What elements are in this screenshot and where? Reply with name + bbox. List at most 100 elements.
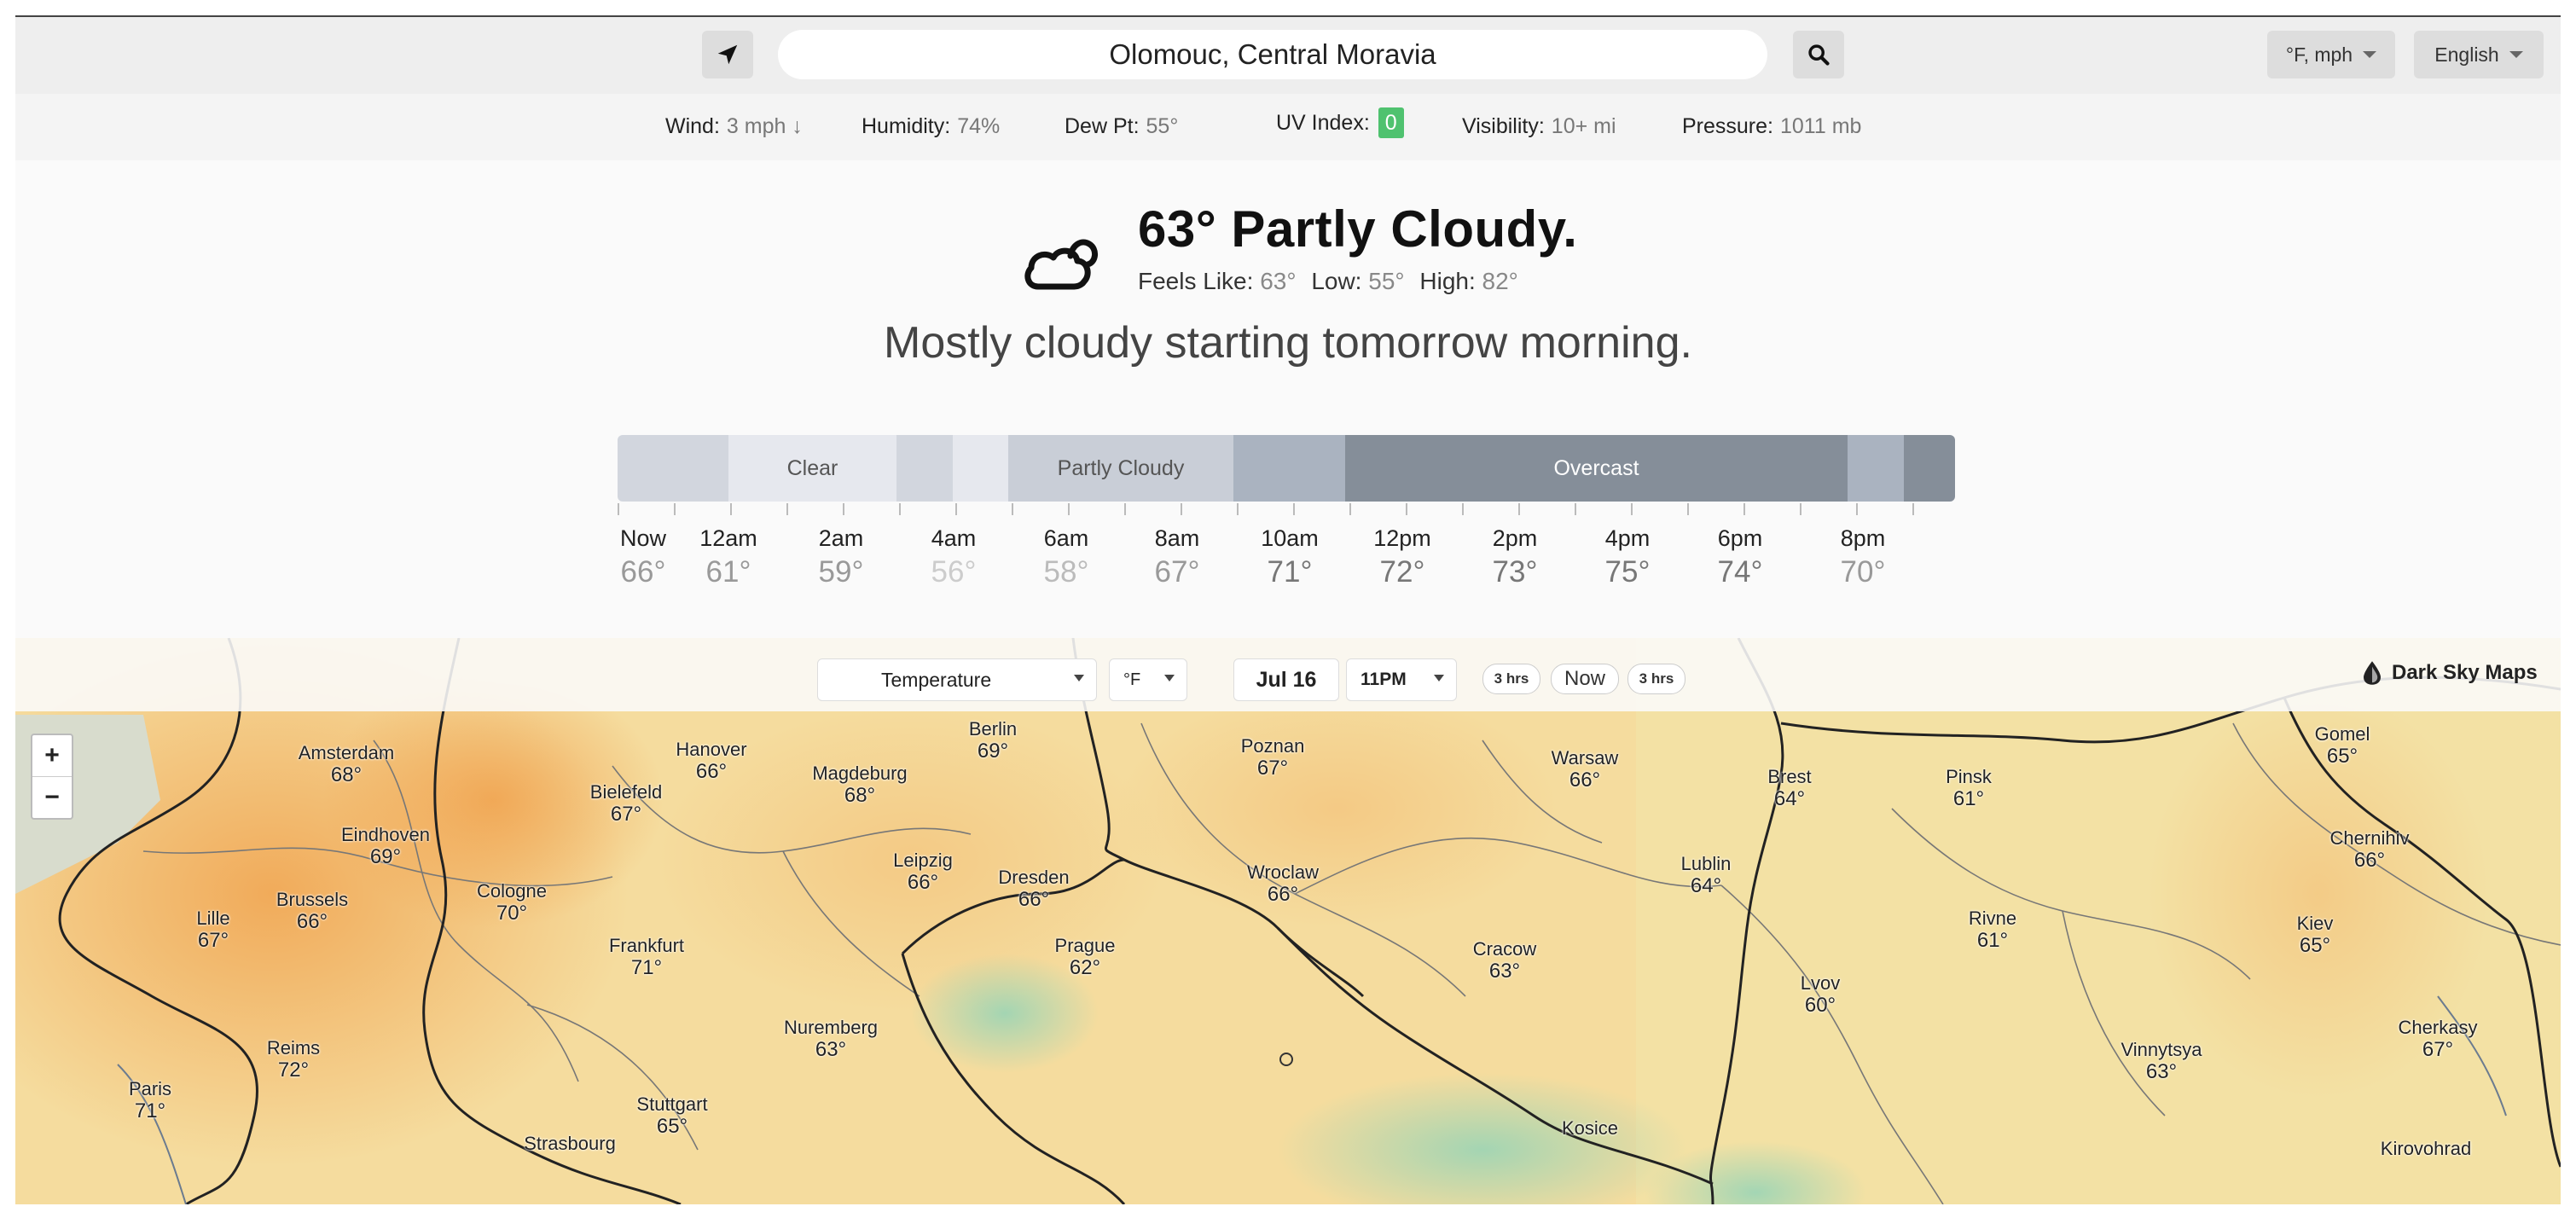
hour-temp: 56°: [931, 555, 977, 589]
caret-down-icon: [1434, 675, 1444, 682]
city-temp: 69°: [977, 740, 1009, 763]
language-dropdown[interactable]: English: [2414, 31, 2544, 78]
dewpoint-readout: Dew Pt: 55°: [1065, 114, 1178, 139]
map-city-label[interactable]: Bielefeld 67°: [590, 781, 662, 826]
visibility-value: 10+ mi: [1551, 114, 1616, 138]
hour-item[interactable]: 2am 59°: [798, 525, 884, 589]
map-city-label[interactable]: Cherkasy 67°: [2399, 1017, 2478, 1061]
hour-item[interactable]: 6pm 74°: [1697, 525, 1783, 589]
city-temp: 67°: [1256, 757, 1289, 780]
weather-app: Olomouc, Central Moravia °F, mph English…: [15, 15, 2561, 1204]
timeline-segment: [1848, 435, 1904, 502]
map-city-label[interactable]: Warsaw 66°: [1552, 747, 1619, 792]
hour-item[interactable]: 12pm 72°: [1360, 525, 1445, 589]
map-city-label[interactable]: Poznan 67°: [1241, 735, 1305, 780]
weather-map[interactable]: Temperature °F Jul 16 11PM 3 hrs Now 3 h…: [15, 638, 2561, 1204]
map-city-label[interactable]: Stuttgart 65°: [636, 1093, 707, 1138]
zoom-out-button[interactable]: −: [32, 777, 72, 818]
hour-item[interactable]: 4am 56°: [911, 525, 996, 589]
map-city-label[interactable]: Brussels 66°: [276, 889, 348, 933]
map-city-label[interactable]: Magdeburg 68°: [812, 763, 907, 807]
map-city-label[interactable]: Eindhoven 69°: [341, 824, 430, 868]
now-button[interactable]: Now: [1551, 664, 1619, 694]
map-city-label[interactable]: Rivne 61°: [1969, 908, 2016, 952]
map-city-label[interactable]: Prague 62°: [1055, 935, 1116, 979]
hour-time: 4pm: [1604, 525, 1651, 551]
city-temp: 64°: [1773, 787, 1806, 810]
step-forward-button[interactable]: 3 hrs: [1627, 664, 1685, 694]
hour-item[interactable]: 12am 61°: [686, 525, 771, 589]
city-temp: 70°: [496, 902, 528, 925]
caret-down-icon: [1074, 675, 1084, 682]
map-city-label[interactable]: Frankfurt 71°: [609, 935, 684, 979]
units-dropdown[interactable]: °F, mph: [2267, 31, 2395, 78]
wind-readout: Wind: 3 mph ↓: [665, 114, 803, 139]
map-city-label[interactable]: Lille 67°: [196, 908, 229, 952]
hour-item[interactable]: 4pm 75°: [1585, 525, 1670, 589]
map-city-label[interactable]: Berlin 69°: [969, 718, 1017, 763]
step-back-button[interactable]: 3 hrs: [1482, 664, 1540, 694]
map-time-select[interactable]: 11PM: [1346, 658, 1457, 701]
timeline-tick: [1349, 503, 1351, 515]
timeline-tick: [1856, 503, 1858, 515]
current-details: Feels Like: 63° Low: 55° High: 82°: [1138, 268, 1527, 295]
high-label: High:: [1419, 268, 1476, 294]
city-name: Dresden: [998, 867, 1070, 888]
map-city-label[interactable]: Pinsk 61°: [1946, 766, 1992, 810]
dark-sky-maps-link[interactable]: Dark Sky Maps: [2361, 660, 2538, 686]
map-city-label[interactable]: Cracow 63°: [1473, 938, 1537, 983]
map-city-label[interactable]: Lublin 64°: [1681, 853, 1732, 897]
hour-item[interactable]: 2pm 73°: [1472, 525, 1558, 589]
uv-badge: 0: [1378, 107, 1404, 138]
hour-temp: 72°: [1379, 555, 1425, 589]
map-city-label[interactable]: Nuremberg 63°: [784, 1017, 878, 1061]
map-city-label[interactable]: Amsterdam 68°: [299, 742, 394, 786]
map-city-label[interactable]: Reims 72°: [267, 1037, 320, 1082]
search-icon: [1808, 44, 1830, 66]
forecast-summary: Mostly cloudy starting tomorrow morning.: [884, 318, 1692, 368]
timeline-tick: [786, 503, 788, 515]
map-city-label[interactable]: Strasbourg: [524, 1133, 616, 1155]
hour-time: 12am: [699, 525, 757, 551]
locate-button[interactable]: [702, 31, 753, 78]
wind-value: 3 mph ↓: [726, 114, 803, 138]
map-city-label[interactable]: Dresden 66°: [998, 867, 1069, 911]
map-city-label[interactable]: Chernihiv 66°: [2330, 827, 2410, 872]
search-input[interactable]: Olomouc, Central Moravia: [778, 30, 1767, 79]
chevron-down-icon: [2363, 51, 2377, 58]
map-city-label[interactable]: Lvov 60°: [1801, 972, 1840, 1017]
map-city-label[interactable]: Cologne 70°: [477, 880, 547, 925]
map-city-label[interactable]: Wroclaw 66°: [1247, 861, 1319, 906]
map-date[interactable]: Jul 16: [1233, 658, 1339, 701]
map-layer-label: Temperature: [881, 668, 992, 691]
hour-item[interactable]: Now 66°: [600, 525, 686, 589]
map-city-label[interactable]: Kirovohrad: [2381, 1138, 2471, 1160]
zoom-in-button[interactable]: +: [32, 735, 72, 777]
map-city-label[interactable]: Kosice: [1562, 1117, 1618, 1140]
hour-item[interactable]: 8pm 70°: [1820, 525, 1906, 589]
map-city-label[interactable]: Paris 71°: [129, 1078, 171, 1122]
city-temp: 69°: [369, 845, 402, 868]
search-button[interactable]: [1793, 31, 1844, 78]
map-city-label[interactable]: Gomel 65°: [2315, 723, 2370, 768]
hour-item[interactable]: 10am 71°: [1247, 525, 1332, 589]
timeline-tick: [1687, 503, 1689, 515]
zoom-control: + −: [31, 734, 73, 820]
map-city-label[interactable]: Brest 64°: [1767, 766, 1811, 810]
city-name: Cracow: [1472, 938, 1537, 960]
hour-item[interactable]: 6am 58°: [1024, 525, 1109, 589]
city-name: Gomel: [2314, 723, 2370, 745]
uv-readout: UV Index: 0: [1276, 107, 1404, 138]
map-city-label[interactable]: Hanover 66°: [676, 739, 746, 783]
map-city-label[interactable]: Vinnytsya 63°: [2121, 1039, 2202, 1083]
city-name: Rivne: [1968, 908, 2017, 929]
timeline-segment: Partly Cloudy: [1008, 435, 1233, 502]
city-temp: 66°: [2353, 849, 2386, 872]
hour-item[interactable]: 8am 67°: [1134, 525, 1220, 589]
map-city-label[interactable]: Kiev 65°: [2297, 913, 2334, 957]
city-temp: 71°: [630, 956, 663, 979]
condition-timeline[interactable]: Clear Partly Cloudy Overcast: [618, 435, 1955, 502]
map-unit-select[interactable]: °F: [1109, 658, 1187, 701]
map-city-label[interactable]: Leipzig 66°: [893, 850, 953, 894]
map-layer-select[interactable]: Temperature: [817, 658, 1097, 701]
